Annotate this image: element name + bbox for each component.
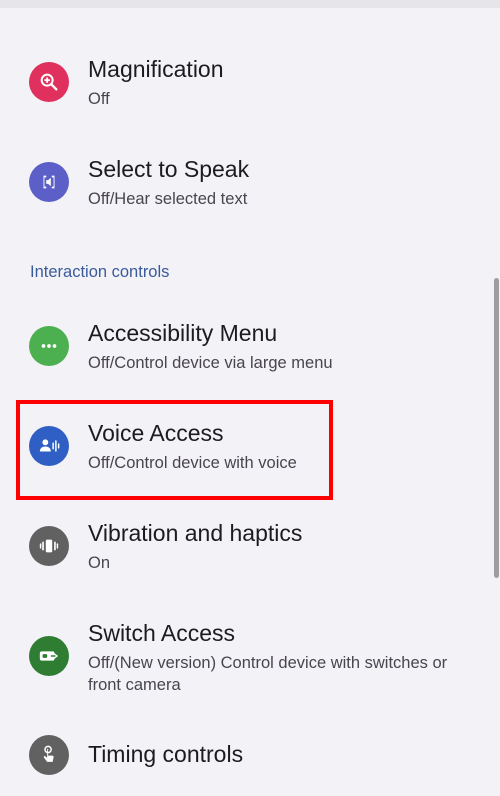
setting-magnification[interactable]: Magnification Off xyxy=(0,48,490,118)
setting-vibration-haptics[interactable]: Vibration and haptics On xyxy=(0,512,490,582)
setting-subtitle: Off xyxy=(88,90,110,108)
scrollbar[interactable] xyxy=(494,278,499,578)
magnify-plus-icon xyxy=(29,62,69,102)
speaker-icon xyxy=(29,162,69,202)
setting-subtitle: Off/(New version) Control device with sw… xyxy=(88,654,448,694)
setting-timing-controls[interactable]: Timing controls xyxy=(0,735,490,796)
setting-select-to-speak[interactable]: Select to Speak Off/Hear selected text xyxy=(0,148,490,218)
setting-accessibility-menu[interactable]: Accessibility Menu Off/Control device vi… xyxy=(0,312,490,382)
vibration-icon xyxy=(29,526,69,566)
setting-title: Accessibility Menu xyxy=(88,320,278,346)
highlight-box xyxy=(16,400,333,500)
menu-dots-icon xyxy=(29,326,69,366)
switch-icon xyxy=(29,636,69,676)
setting-title: Timing controls xyxy=(88,741,244,767)
setting-title: Switch Access xyxy=(88,620,235,646)
setting-switch-access[interactable]: Switch Access Off/(New version) Control … xyxy=(0,612,490,704)
setting-subtitle: Off/Hear selected text xyxy=(88,190,248,208)
section-header-interaction-controls: Interaction controls xyxy=(30,263,170,281)
setting-title: Select to Speak xyxy=(88,156,250,182)
setting-title: Vibration and haptics xyxy=(88,520,303,546)
setting-title: Magnification xyxy=(88,56,224,82)
setting-subtitle: On xyxy=(88,554,111,572)
setting-subtitle: Off/Control device via large menu xyxy=(88,354,333,372)
touch-hand-icon xyxy=(29,735,69,775)
top-strip xyxy=(0,0,500,8)
